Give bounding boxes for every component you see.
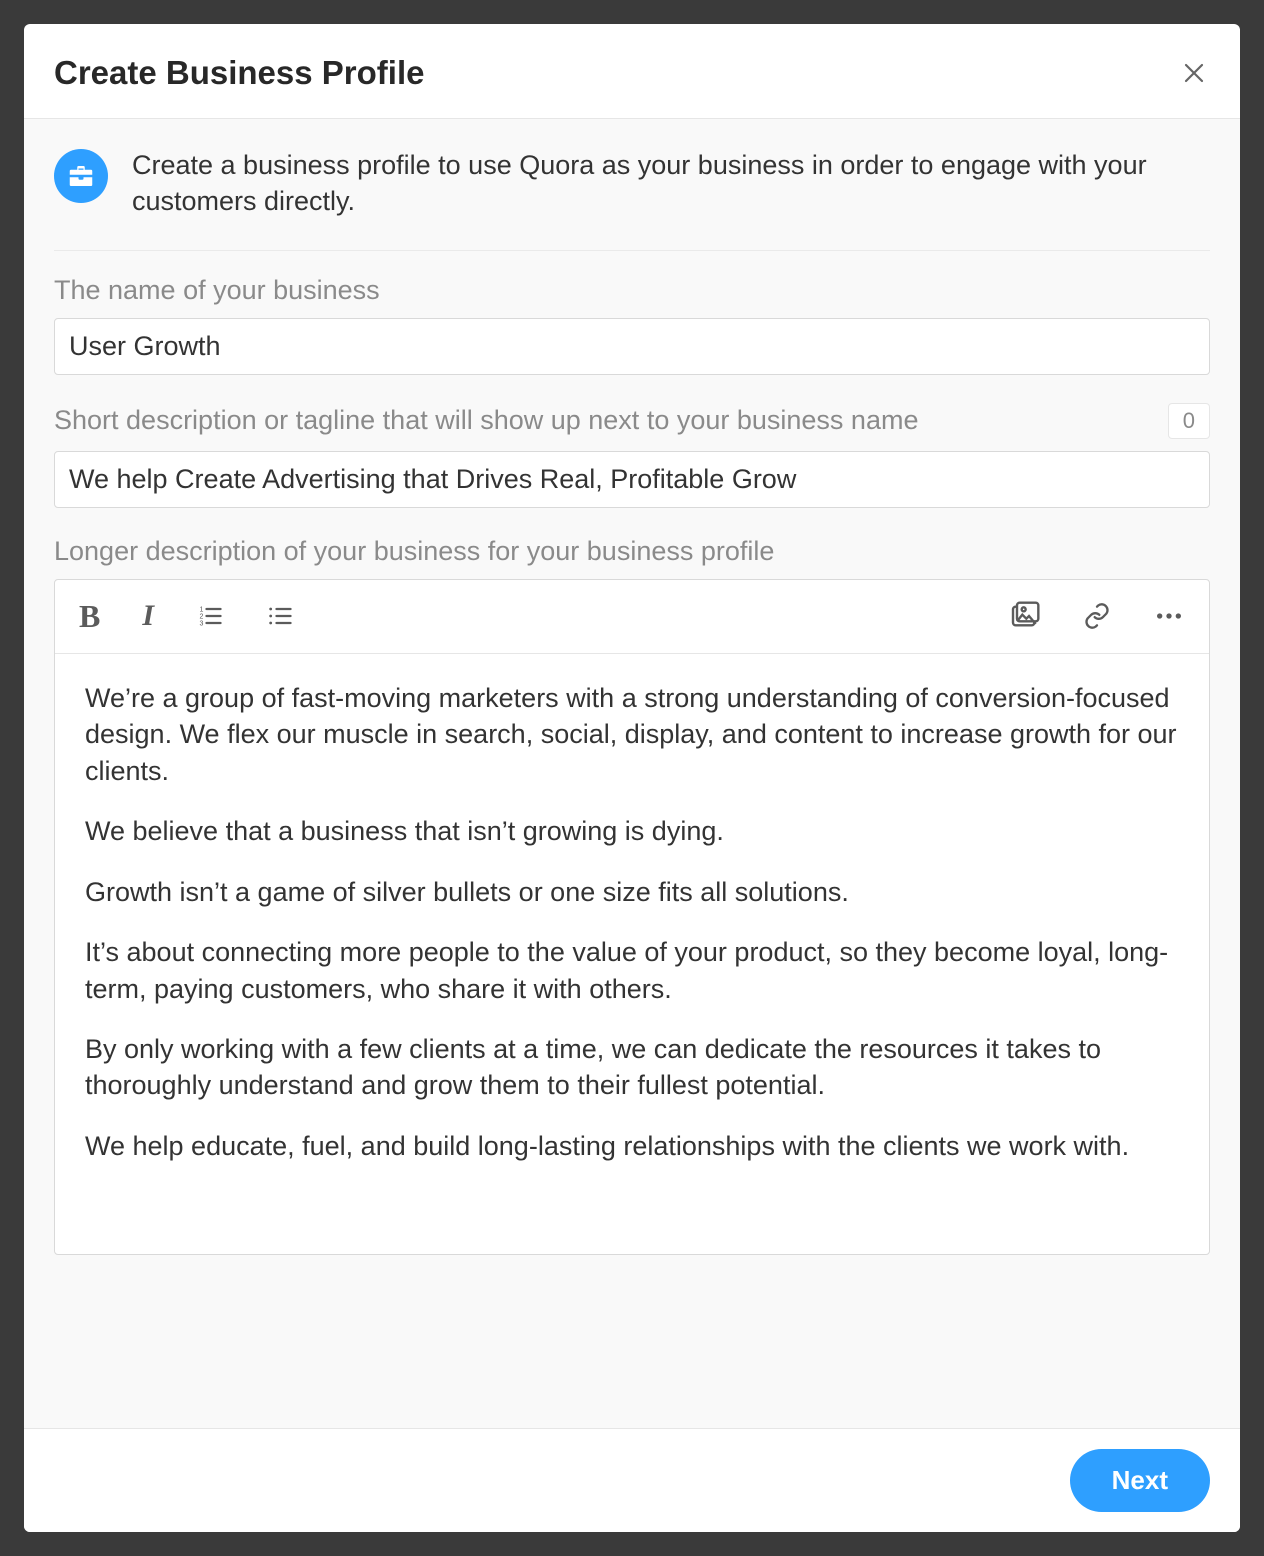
italic-button[interactable]: I xyxy=(142,599,154,633)
business-name-input[interactable] xyxy=(54,318,1210,375)
tagline-label: Short description or tagline that will s… xyxy=(54,405,918,436)
unordered-list-icon xyxy=(266,602,294,630)
business-name-label: The name of your business xyxy=(54,275,1210,306)
more-button[interactable] xyxy=(1153,600,1185,632)
editor-paragraph: By only working with a few clients at a … xyxy=(85,1031,1179,1104)
editor-content[interactable]: We’re a group of fast-moving marketers w… xyxy=(55,654,1209,1254)
bold-button[interactable]: B xyxy=(79,598,100,635)
link-icon xyxy=(1083,602,1111,630)
briefcase-icon-badge xyxy=(54,149,108,203)
editor-toolbar: B I 123 xyxy=(55,580,1209,654)
editor-paragraph: It’s about connecting more people to the… xyxy=(85,934,1179,1007)
modal-footer: Next xyxy=(24,1428,1240,1532)
modal-body: Create a business profile to use Quora a… xyxy=(24,119,1240,1428)
editor-paragraph: Growth isn’t a game of silver bullets or… xyxy=(85,874,1179,910)
link-button[interactable] xyxy=(1083,602,1111,630)
svg-text:3: 3 xyxy=(200,621,204,628)
modal-title: Create Business Profile xyxy=(54,54,424,92)
tagline-counter: 0 xyxy=(1168,403,1210,439)
briefcase-icon xyxy=(66,161,96,191)
intro-section: Create a business profile to use Quora a… xyxy=(54,147,1210,251)
editor-paragraph: We’re a group of fast-moving marketers w… xyxy=(85,680,1179,789)
tagline-label-row: Short description or tagline that will s… xyxy=(54,403,1210,439)
editor-paragraph: We help educate, fuel, and build long-la… xyxy=(85,1128,1179,1164)
close-icon xyxy=(1182,61,1206,85)
intro-text: Create a business profile to use Quora a… xyxy=(132,147,1210,220)
ordered-list-icon: 123 xyxy=(196,602,224,630)
toolbar-left: B I 123 xyxy=(79,598,294,635)
modal-header: Create Business Profile xyxy=(24,24,1240,119)
ordered-list-button[interactable]: 123 xyxy=(196,602,224,630)
image-button[interactable] xyxy=(1009,600,1041,632)
toolbar-right xyxy=(1009,600,1185,632)
image-icon xyxy=(1009,600,1041,632)
svg-text:2: 2 xyxy=(200,614,204,621)
svg-text:1: 1 xyxy=(200,607,204,614)
long-description-label: Longer description of your business for … xyxy=(54,536,1210,567)
close-button[interactable] xyxy=(1180,59,1208,87)
more-horizontal-icon xyxy=(1153,600,1185,632)
unordered-list-button[interactable] xyxy=(266,602,294,630)
rich-text-editor: B I 123 xyxy=(54,579,1210,1255)
create-business-profile-modal: Create Business Profile Create a busines… xyxy=(24,24,1240,1532)
next-button[interactable]: Next xyxy=(1070,1449,1210,1512)
editor-paragraph: We believe that a business that isn’t gr… xyxy=(85,813,1179,849)
tagline-input[interactable] xyxy=(54,451,1210,508)
